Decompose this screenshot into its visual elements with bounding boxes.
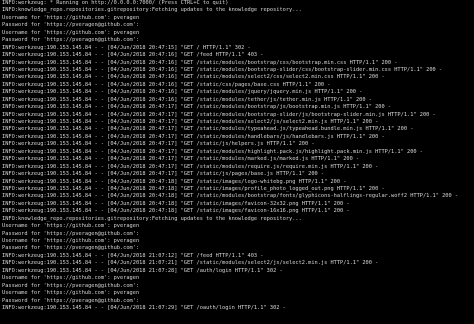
- log-line: INFO:werkzeug:190.153.145.84 - - [04/Jun…: [2, 178, 347, 185]
- log-line: INFO:werkzeug:190.153.145.84 - - [04/Jun…: [2, 208, 350, 215]
- log-line: INFO:werkzeug: * Running on http://0.0.0…: [2, 0, 229, 6]
- log-line: Password for 'https://pveragen@github.co…: [2, 245, 140, 252]
- log-line: INFO:werkzeug:190.153.145.84 - - [04/Jun…: [2, 156, 360, 163]
- log-line: INFO:werkzeug:190.153.145.84 - - [04/Jun…: [2, 74, 385, 81]
- log-line: Password for 'https://pveragen@github.co…: [2, 297, 140, 304]
- log-line: INFO:werkzeug:190.153.145.84 - - [04/Jun…: [2, 89, 363, 96]
- log-line: INFO:knowledge_repo.repositories.gitrepo…: [2, 215, 302, 222]
- log-line: Username for 'https://github.com': pvera…: [2, 29, 140, 36]
- log-line: Username for 'https://github.com': pvera…: [2, 223, 140, 230]
- log-line: Username for 'https://github.com': pvera…: [2, 14, 140, 21]
- log-line: INFO:werkzeug:190.153.145.84 - - [04/Jun…: [2, 66, 443, 73]
- log-line: Username for 'https://github.com': pvera…: [2, 275, 140, 282]
- log-line: INFO:werkzeug:190.153.145.84 - - [04/Jun…: [2, 44, 251, 51]
- log-line: Username for 'https://github.com': pvera…: [2, 238, 140, 244]
- log-line: Password for 'https://pveragen@github.co…: [2, 230, 140, 237]
- log-line: INFO:werkzeug:190.153.145.84 - - [04/Jun…: [2, 193, 459, 200]
- terminal-window[interactable]: INFO:werkzeug: * Running on http://0.0.0…: [0, 0, 474, 324]
- log-line: INFO:werkzeug:190.153.145.84 - - [04/Jun…: [2, 141, 315, 148]
- terminal-output: INFO:werkzeug: * Running on http://0.0.0…: [2, 0, 474, 312]
- log-line: INFO:werkzeug:190.153.145.84 - - [04/Jun…: [2, 185, 385, 192]
- log-line: INFO:werkzeug:190.153.145.84 - - [04/Jun…: [2, 304, 286, 311]
- log-line: INFO:werkzeug:190.153.145.84 - - [04/Jun…: [2, 111, 436, 118]
- log-line: INFO:werkzeug:190.153.145.84 - - [04/Jun…: [2, 252, 264, 259]
- log-line: INFO:werkzeug:190.153.145.84 - - [04/Jun…: [2, 104, 392, 111]
- log-line: INFO:werkzeug:190.153.145.84 - - [04/Jun…: [2, 200, 350, 207]
- log-line: INFO:knowledge_repo.repositories.gitrepo…: [2, 7, 302, 14]
- log-line: INFO:werkzeug:190.153.145.84 - - [04/Jun…: [2, 171, 325, 178]
- log-line: INFO:werkzeug:190.153.145.84 - - [04/Jun…: [2, 96, 372, 103]
- log-line: INFO:werkzeug:190.153.145.84 - - [04/Jun…: [2, 126, 414, 133]
- log-line: Password for 'https://pveragen@github.co…: [2, 22, 140, 29]
- log-line: INFO:werkzeug:190.153.145.84 - - [04/Jun…: [2, 59, 398, 66]
- log-line: INFO:werkzeug:190.153.145.84 - - [04/Jun…: [2, 81, 331, 88]
- log-line: Username for 'https://github.com': pvera…: [2, 290, 140, 297]
- log-line: Password for 'https://pveragen@github.co…: [2, 37, 140, 44]
- log-line: INFO:werkzeug:190.153.145.84 - - [04/Jun…: [2, 260, 379, 267]
- log-line: INFO:werkzeug:190.153.145.84 - - [04/Jun…: [2, 267, 283, 274]
- log-line: Password for 'https://pveragen@github.co…: [2, 282, 140, 289]
- log-line: INFO:werkzeug:190.153.145.84 - - [04/Jun…: [2, 163, 379, 170]
- log-line: INFO:werkzeug:190.153.145.84 - - [04/Jun…: [2, 133, 385, 140]
- log-line: INFO:werkzeug:190.153.145.84 - - [04/Jun…: [2, 119, 379, 125]
- log-line: INFO:werkzeug:190.153.145.84 - - [04/Jun…: [2, 148, 423, 155]
- log-line: INFO:werkzeug:190.153.145.84 - - [04/Jun…: [2, 52, 264, 59]
